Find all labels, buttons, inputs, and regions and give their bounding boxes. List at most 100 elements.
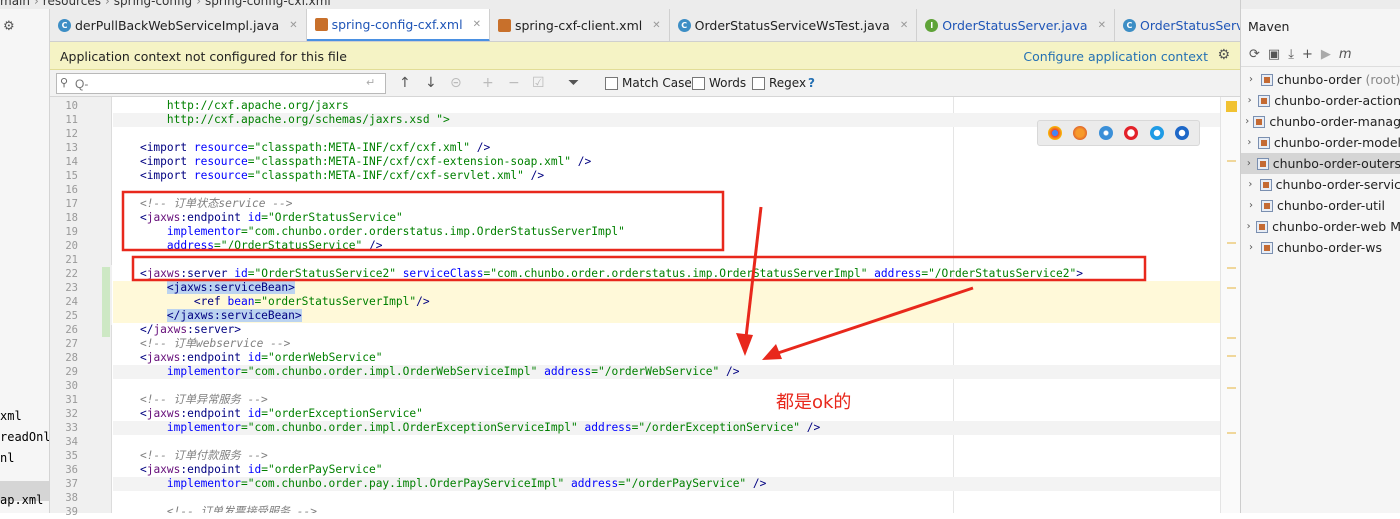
- code-line[interactable]: address="/OrderStatusService" />: [113, 239, 1220, 253]
- chevron-right-icon[interactable]: ›: [1241, 137, 1258, 148]
- chevron-right-icon[interactable]: ›: [1241, 158, 1257, 169]
- find-word-icon[interactable]: ⊝: [450, 75, 462, 91]
- list-item[interactable]: [0, 469, 49, 490]
- help-icon[interactable]: ?: [808, 76, 815, 90]
- code-line[interactable]: [113, 435, 1220, 449]
- maven-project-item[interactable]: › chunbo-order-action: [1241, 90, 1400, 111]
- code-editor[interactable]: http://cxf.apache.org/jaxrs http://cxf.a…: [113, 97, 1220, 513]
- code-line[interactable]: <jaxws:endpoint id="orderExceptionServic…: [113, 407, 1220, 421]
- add-occurrence-icon[interactable]: +: [482, 75, 494, 91]
- editor-tab[interactable]: spring-config-cxf.xml ✕: [306, 9, 490, 41]
- code-line[interactable]: </jaxws:serviceBean>: [113, 309, 1220, 323]
- select-all-icon[interactable]: ☑: [532, 75, 545, 91]
- maven-project-item[interactable]: › chunbo-order-servic: [1241, 174, 1400, 195]
- search-input[interactable]: [56, 73, 386, 94]
- arrow-down-icon[interactable]: ↓: [425, 75, 437, 91]
- maven-project-item[interactable]: › chunbo-order-ws: [1241, 237, 1400, 258]
- code-line[interactable]: <!-- 订单异常服务 -->: [113, 393, 1220, 407]
- code-line[interactable]: <jaxws:endpoint id="orderWebService": [113, 351, 1220, 365]
- code-line[interactable]: implementor="com.chunbo.order.impl.Order…: [113, 421, 1220, 435]
- list-item[interactable]: readOnly: [0, 427, 49, 448]
- ie-icon[interactable]: [1149, 126, 1164, 140]
- chevron-right-icon[interactable]: ›: [1241, 116, 1253, 127]
- close-icon[interactable]: ✕: [1098, 20, 1106, 31]
- breadcrumb-item[interactable]: spring-config-cxf.xml: [205, 0, 331, 8]
- safari-icon[interactable]: [1098, 126, 1113, 140]
- code-line[interactable]: implementor="com.chunbo.order.orderstatu…: [113, 225, 1220, 239]
- arrow-up-icon[interactable]: ↑: [399, 75, 411, 91]
- filter-icon[interactable]: ⏷: [568, 75, 579, 91]
- firefox-icon[interactable]: [1073, 126, 1088, 140]
- maven-project-item[interactable]: › chunbo-order-outers: [1241, 153, 1400, 174]
- download-icon[interactable]: ⤓: [1288, 47, 1294, 62]
- generate-sources-icon[interactable]: ▣: [1268, 47, 1280, 62]
- scroll-marker[interactable]: [1227, 267, 1236, 269]
- editor-tab[interactable]: spring-cxf-client.xml ✕: [490, 9, 670, 41]
- edge-icon[interactable]: [1175, 126, 1190, 140]
- code-line[interactable]: <import resource="classpath:META-INF/cxf…: [113, 155, 1220, 169]
- breadcrumb-item[interactable]: spring-config: [114, 0, 192, 8]
- run-icon[interactable]: ▶: [1321, 47, 1331, 62]
- code-line[interactable]: [113, 491, 1220, 505]
- editor-tab[interactable]: I OrderStatusServer.java ✕: [917, 9, 1115, 41]
- code-line[interactable]: <jaxws:server id="OrderStatusService2" s…: [113, 267, 1220, 281]
- scroll-marker[interactable]: [1227, 160, 1236, 162]
- close-icon[interactable]: ✕: [652, 20, 660, 31]
- chrome-icon[interactable]: [1047, 126, 1062, 140]
- code-line[interactable]: [113, 253, 1220, 267]
- chevron-right-icon[interactable]: ›: [1241, 200, 1261, 211]
- breadcrumb-item[interactable]: resources: [43, 0, 101, 8]
- opera-icon[interactable]: [1124, 126, 1139, 140]
- code-line[interactable]: <import resource="classpath:META-INF/cxf…: [113, 169, 1220, 183]
- chevron-right-icon[interactable]: ›: [1241, 221, 1256, 232]
- scroll-marker[interactable]: [1227, 355, 1236, 357]
- chevron-right-icon[interactable]: ›: [1241, 179, 1260, 190]
- chevron-right-icon[interactable]: ›: [1241, 74, 1261, 85]
- gear-icon[interactable]: ⚙: [1217, 47, 1230, 63]
- editor-tab[interactable]: C OrderStatusServiceWsTest.java ✕: [670, 9, 918, 41]
- editor-tab[interactable]: COrderStatusServerImpl.java✕: [1115, 9, 1240, 41]
- list-item[interactable]: ap.xml: [0, 490, 49, 511]
- code-line[interactable]: <jaxws:endpoint id="OrderStatusService": [113, 211, 1220, 225]
- code-line[interactable]: <ref bean="orderStatusServerImpl"/>: [113, 295, 1220, 309]
- chevron-right-icon[interactable]: ›: [1241, 95, 1258, 106]
- maven-project-item[interactable]: › chunbo-order-manag: [1241, 111, 1400, 132]
- close-icon[interactable]: ✕: [289, 20, 297, 31]
- close-icon[interactable]: ✕: [900, 20, 908, 31]
- list-item[interactable]: nl: [0, 448, 49, 469]
- code-line[interactable]: <jaxws:serviceBean>: [113, 281, 1220, 295]
- code-line[interactable]: http://cxf.apache.org/jaxrs: [113, 99, 1220, 113]
- code-line[interactable]: <jaxws:endpoint id="orderPayService": [113, 463, 1220, 477]
- chevron-right-icon[interactable]: ›: [1241, 242, 1261, 253]
- list-item[interactable]: xml: [0, 406, 49, 427]
- scroll-marker[interactable]: [1227, 387, 1236, 389]
- refresh-icon[interactable]: ⟳: [1249, 47, 1260, 62]
- maven-project-item[interactable]: › chunbo-order (root): [1241, 69, 1400, 90]
- code-line[interactable]: <!-- 订单状态service -->: [113, 197, 1220, 211]
- scroll-marker[interactable]: [1227, 432, 1236, 434]
- maven-project-item[interactable]: › chunbo-order-web M: [1241, 216, 1400, 237]
- scroll-marker[interactable]: [1227, 242, 1236, 244]
- editor-scrollbar[interactable]: [1220, 97, 1240, 513]
- code-line[interactable]: implementor="com.chunbo.order.pay.impl.O…: [113, 477, 1220, 491]
- scroll-marker[interactable]: [1227, 287, 1236, 289]
- code-line[interactable]: <!-- 订单发票接受服务 -->: [113, 505, 1220, 513]
- match-case-option[interactable]: Match Case: [605, 76, 692, 90]
- breadcrumb-item[interactable]: main: [0, 0, 30, 8]
- regex-option[interactable]: Regex: [752, 76, 806, 90]
- maven-project-item[interactable]: › chunbo-order-model: [1241, 132, 1400, 153]
- remove-occurrence-icon[interactable]: −: [508, 75, 520, 91]
- maven-project-item[interactable]: › chunbo-order-util: [1241, 195, 1400, 216]
- editor-tab[interactable]: CderPullBackWebServiceImpl.java ✕: [50, 9, 307, 41]
- code-line[interactable]: <!-- 订单webservice -->: [113, 337, 1220, 351]
- add-icon[interactable]: +: [1302, 47, 1313, 62]
- words-option[interactable]: Words: [692, 76, 746, 90]
- warning-marker[interactable]: [1226, 101, 1237, 112]
- code-line[interactable]: [113, 379, 1220, 393]
- lifecycle-icon[interactable]: m: [1339, 47, 1352, 62]
- scroll-marker[interactable]: [1227, 337, 1236, 339]
- code-line[interactable]: [113, 183, 1220, 197]
- configure-context-link[interactable]: Configure application context: [1023, 49, 1208, 64]
- code-line[interactable]: <!-- 订单付款服务 -->: [113, 449, 1220, 463]
- gear-icon[interactable]: ⚙: [3, 19, 15, 34]
